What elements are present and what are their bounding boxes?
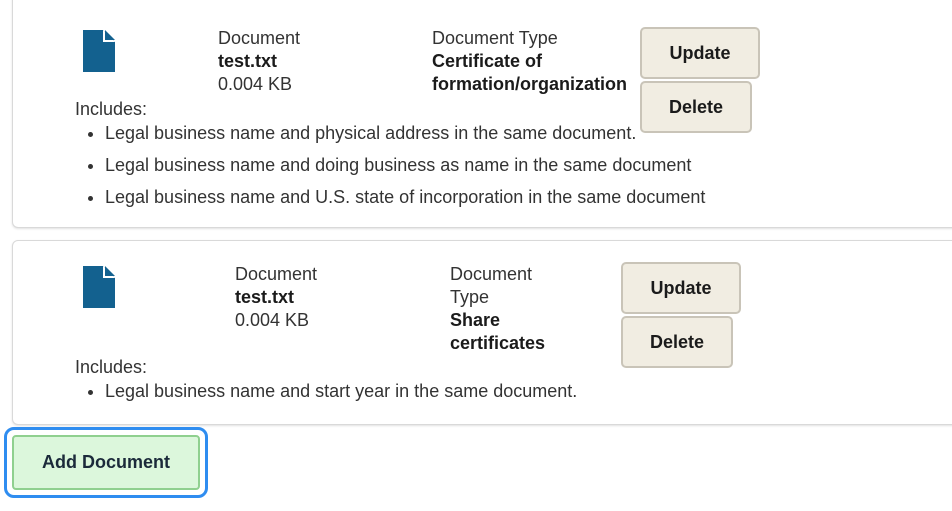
- document-type-value: certificates: [450, 333, 546, 353]
- document-card: Document test.txt 0.004 KB Document Type…: [12, 240, 952, 425]
- document-card: Document test.txt 0.004 KB Document Type…: [12, 0, 952, 228]
- list-item: Legal business name and doing business a…: [105, 149, 705, 181]
- file-icon: [83, 266, 115, 308]
- document-type-value: Share: [450, 310, 501, 330]
- document-label: Document: [235, 264, 318, 284]
- add-document-button[interactable]: Add Document: [12, 435, 200, 490]
- update-button[interactable]: Update: [621, 262, 741, 314]
- includes-list: Legal business name and physical address…: [85, 117, 705, 213]
- list-item: Legal business name and physical address…: [105, 117, 705, 149]
- file-name: test.txt: [235, 287, 295, 307]
- file-icon: [83, 30, 115, 72]
- document-type-label: Document Type: [432, 28, 558, 48]
- file-name: test.txt: [218, 51, 278, 71]
- delete-button[interactable]: Delete: [621, 316, 733, 368]
- document-type-value: Certificate of: [432, 51, 543, 71]
- file-size: 0.004 KB: [235, 310, 310, 330]
- document-label: Document: [218, 28, 301, 48]
- file-size: 0.004 KB: [218, 74, 293, 94]
- list-item: Legal business name and start year in th…: [105, 375, 577, 407]
- document-type-label: Type: [450, 287, 490, 307]
- list-item: Legal business name and U.S. state of in…: [105, 181, 705, 213]
- document-type-label: Document: [450, 264, 533, 284]
- includes-list: Legal business name and start year in th…: [85, 375, 577, 407]
- update-button[interactable]: Update: [640, 27, 760, 79]
- document-type-value: formation/organization: [432, 74, 627, 94]
